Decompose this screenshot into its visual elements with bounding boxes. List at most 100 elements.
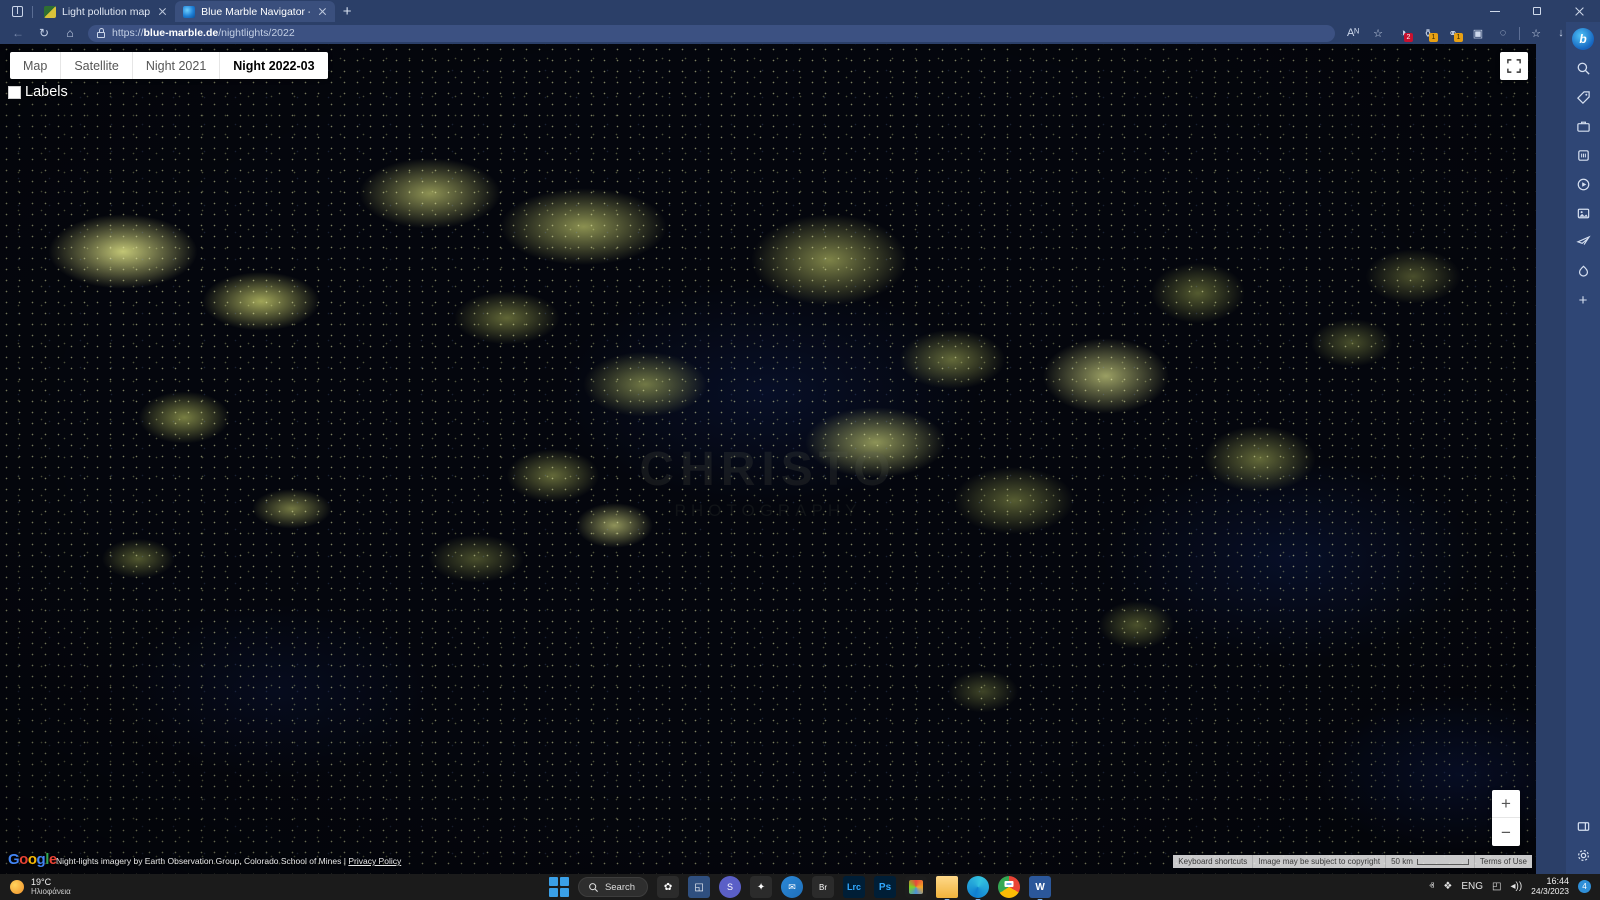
- new-tab-button[interactable]: +: [335, 1, 359, 21]
- tools-icon[interactable]: [1569, 113, 1597, 139]
- keyboard-shortcuts-button[interactable]: Keyboard shortcuts: [1173, 855, 1253, 868]
- weather-widget[interactable]: 19°C Ηλιοφάνεια: [0, 878, 250, 896]
- shopping-tag-icon[interactable]: [1569, 84, 1597, 110]
- taskbar-app-lightroom-classic[interactable]: Lrc: [843, 876, 865, 898]
- copilot-icon[interactable]: ◑ 2: [1391, 23, 1415, 43]
- labels-toggle[interactable]: Labels: [8, 84, 68, 100]
- favorites-icon[interactable]: ☆: [1524, 23, 1548, 43]
- zoom-out-button[interactable]: −: [1492, 818, 1520, 846]
- taskbar-app-task-view[interactable]: ◱: [688, 876, 710, 898]
- network-icon[interactable]: ◰: [1492, 881, 1501, 892]
- windows-taskbar: 19°C Ηλιοφάνεια Search ✿ ◱ S ✦ Br Lrc Ps: [0, 874, 1600, 900]
- close-button[interactable]: [1558, 0, 1600, 22]
- map-favicon: [44, 6, 56, 18]
- back-button[interactable]: ←: [6, 23, 30, 43]
- copyright-notice: Image may be subject to copyright: [1253, 855, 1386, 868]
- read-aloud-icon[interactable]: Aᴺ: [1341, 23, 1365, 43]
- map-type-satellite[interactable]: Satellite: [61, 52, 132, 79]
- screen: Light pollution map Blue Marble Navigato…: [0, 0, 1600, 900]
- notification-badge[interactable]: 4: [1578, 880, 1591, 893]
- watermark-subtext: PHOTOGRAPHY: [0, 501, 1536, 521]
- privacy-policy-link[interactable]: Privacy Policy: [348, 856, 401, 866]
- watermark-text: CHRISTO: [639, 443, 896, 496]
- attribution-separator: |: [344, 856, 346, 866]
- taskbar-app-microsoft-edge[interactable]: [967, 876, 989, 898]
- outlook-icon[interactable]: [1569, 258, 1597, 284]
- url-domain: blue-marble.de: [144, 27, 219, 39]
- browser-tab-light-pollution-map[interactable]: Light pollution map: [36, 1, 175, 22]
- browser-window: Light pollution map Blue Marble Navigato…: [0, 0, 1600, 874]
- customize-sidebar-icon[interactable]: +: [1569, 287, 1597, 313]
- map-scale-bar: 50 km: [1386, 855, 1475, 868]
- search-icon[interactable]: [1569, 55, 1597, 81]
- taskbar-app-davinci-resolve[interactable]: [905, 876, 927, 898]
- fullscreen-button[interactable]: [1500, 52, 1528, 80]
- collections-badge: 1: [1429, 33, 1438, 42]
- tab-strip: Light pollution map Blue Marble Navigato…: [0, 0, 1600, 22]
- taskbar-app-bridge[interactable]: Br: [812, 876, 834, 898]
- refresh-button[interactable]: ↻: [32, 23, 56, 43]
- browser-essentials-icon[interactable]: ◌: [1491, 23, 1515, 43]
- taskbar-app-google-chrome[interactable]: [998, 876, 1020, 898]
- tab-divider: [32, 6, 33, 18]
- taskbar-app-word[interactable]: W: [1029, 876, 1051, 898]
- google-logo: Google: [8, 851, 57, 868]
- games-icon[interactable]: [1569, 142, 1597, 168]
- map-type-night-2021[interactable]: Night 2021: [133, 52, 220, 79]
- url-prefix: https://: [112, 27, 144, 39]
- address-bar[interactable]: https://blue-marble.de/nightlights/2022: [88, 25, 1335, 42]
- terms-of-use-link[interactable]: Terms of Use: [1475, 855, 1532, 868]
- window-controls: [1474, 0, 1600, 22]
- taskbar-app-fbx[interactable]: ✦: [750, 876, 772, 898]
- fullscreen-icon: [1507, 59, 1521, 73]
- labels-checkbox[interactable]: [8, 86, 21, 99]
- taskbar-app-file-explorer[interactable]: [936, 876, 958, 898]
- taskbar-app-skype[interactable]: S: [719, 876, 741, 898]
- browser-tab-blue-marble-navigator[interactable]: Blue Marble Navigator - Night L: [175, 1, 335, 22]
- zoom-in-button[interactable]: +: [1492, 790, 1520, 818]
- show-hidden-icons-button[interactable]: ⱏ: [1429, 881, 1434, 892]
- weather-condition: Ηλιοφάνεια: [31, 888, 71, 896]
- volume-icon[interactable]: ◂)): [1510, 881, 1522, 892]
- tab-title: Light pollution map: [62, 6, 150, 18]
- scale-label: 50 km: [1391, 857, 1413, 866]
- extensions-badge: 1: [1454, 33, 1463, 42]
- map-type-map[interactable]: Map: [10, 52, 61, 79]
- copilot-bing-icon[interactable]: b: [1569, 26, 1597, 52]
- taskbar-app-widgets[interactable]: ✿: [657, 876, 679, 898]
- map-viewport[interactable]: CHRISTO PHOTOGRAPHY Map Satellite Night …: [0, 44, 1536, 874]
- map-type-night-2022-03[interactable]: Night 2022-03: [220, 52, 327, 79]
- drop-send-icon[interactable]: [1569, 229, 1597, 255]
- language-indicator[interactable]: ENG: [1461, 881, 1483, 892]
- search-input[interactable]: Search: [578, 877, 648, 897]
- sidebar-toggle-icon[interactable]: [1569, 813, 1597, 839]
- imagery-credit: Night-lights imagery by Earth Observatio…: [56, 856, 341, 866]
- collections-icon[interactable]: ⚱ 1: [1416, 23, 1440, 43]
- start-button[interactable]: [549, 877, 569, 897]
- sidebar-settings-icon[interactable]: [1569, 842, 1597, 868]
- restore-button[interactable]: [1516, 0, 1558, 22]
- extensions-icon[interactable]: ⚭ 1: [1441, 23, 1465, 43]
- toolbar-divider: [1519, 27, 1520, 40]
- add-favorite-icon[interactable]: ☆: [1366, 23, 1390, 43]
- tab-close-icon[interactable]: [156, 5, 169, 18]
- url-text: https://blue-marble.de/nightlights/2022: [112, 27, 295, 39]
- tab-close-icon[interactable]: [316, 5, 329, 18]
- taskbar-app-photoshop[interactable]: Ps: [874, 876, 896, 898]
- lock-icon: [96, 28, 106, 38]
- image-creator-icon[interactable]: [1569, 200, 1597, 226]
- tab-search-icon[interactable]: [4, 1, 30, 21]
- taskbar-app-mail[interactable]: [781, 876, 803, 898]
- sun-icon: [10, 880, 24, 894]
- map-type-control: Map Satellite Night 2021 Night 2022-03: [10, 52, 328, 79]
- dropbox-tray-icon[interactable]: ❖: [1443, 881, 1452, 892]
- clock[interactable]: 16:44 24/3/2023: [1531, 877, 1569, 896]
- media-player-icon[interactable]: [1569, 171, 1597, 197]
- copilot-badge: 2: [1404, 33, 1413, 42]
- home-button[interactable]: ⌂: [58, 23, 82, 43]
- search-icon: [588, 882, 599, 893]
- map-bottom-right-controls: Keyboard shortcuts Image may be subject …: [1173, 855, 1532, 868]
- split-screen-icon[interactable]: ▣: [1466, 23, 1490, 43]
- minimize-button[interactable]: [1474, 0, 1516, 22]
- tab-title: Blue Marble Navigator - Night L: [201, 6, 310, 18]
